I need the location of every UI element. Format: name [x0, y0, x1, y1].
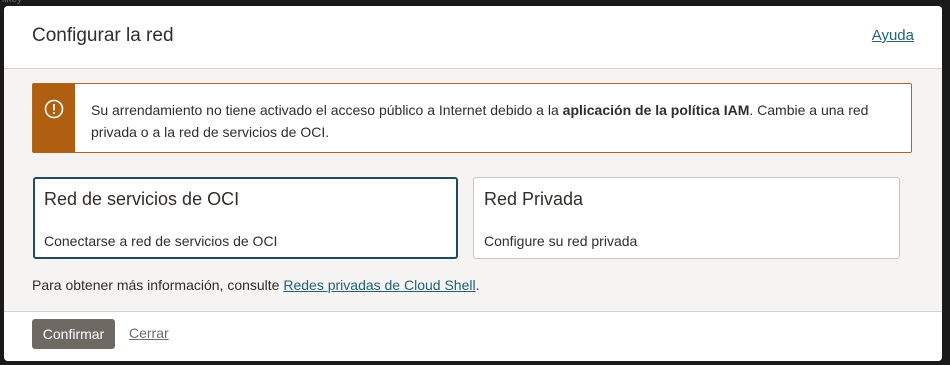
private-network-option-description: Configure su red privada	[484, 233, 638, 249]
oci-network-option-card[interactable]: Red de servicios de OCI Conectarse a red…	[33, 177, 458, 259]
oci-network-option-title: Red de servicios de OCI	[44, 189, 240, 209]
warning-text-emphasis: aplicación de la política IAM	[562, 102, 750, 118]
warning-stripe	[33, 84, 75, 152]
private-network-option-card[interactable]: Red Privada Configure su red privada	[473, 177, 900, 259]
private-network-option-title: Red Privada	[484, 189, 584, 209]
warning-message: Su arrendamiento no tiene activado el ac…	[91, 99, 891, 143]
more-info-prefix: Para obtener más información, consulte	[32, 277, 284, 293]
warning-banner: Su arrendamiento no tiene activado el ac…	[32, 83, 912, 153]
help-link[interactable]: Ayuda	[872, 27, 914, 44]
confirm-button[interactable]: Confirmar	[32, 319, 115, 349]
cloud-shell-private-networks-link[interactable]: Redes privadas de Cloud Shell	[283, 277, 475, 293]
configure-network-dialog: Configurar la red Ayuda Su arrendamiento…	[4, 6, 942, 361]
more-info-suffix: .	[475, 277, 480, 293]
oci-network-option-description: Conectarse a red de servicios de OCI	[44, 233, 278, 249]
dialog-header: Configurar la red Ayuda	[4, 6, 942, 69]
close-button[interactable]: Cerrar	[129, 325, 169, 341]
more-info-text: Para obtener más información, consulte R…	[32, 277, 479, 293]
backdrop-partial-text: ilkey	[2, 0, 22, 5]
exclamation-circle-icon	[44, 99, 64, 119]
dialog-footer: Confirmar Cerrar	[4, 311, 942, 361]
warning-text-start: Su arrendamiento no tiene activado el ac…	[91, 102, 563, 118]
dialog-title: Configurar la red	[32, 25, 174, 46]
